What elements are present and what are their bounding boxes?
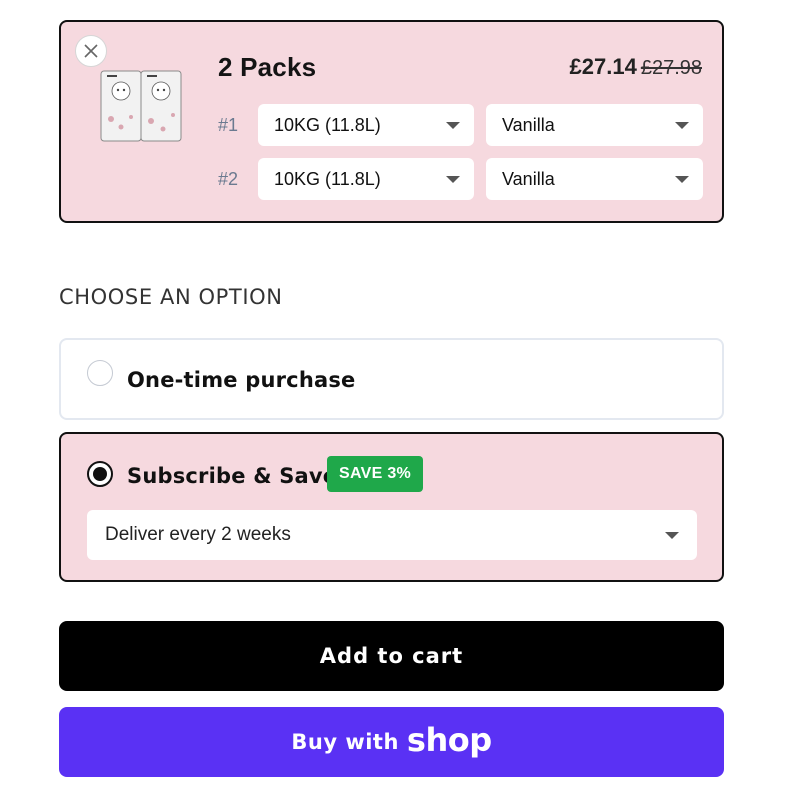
flavor-select[interactable]: Vanilla (486, 104, 703, 146)
size-select-value: 10KG (11.8L) (274, 114, 381, 135)
subscribe-label: Subscribe & Save (127, 464, 338, 488)
variant-index: #1 (218, 114, 239, 135)
product-thumbnail (100, 70, 182, 142)
bundle-card: 2 Packs £27.14 £27.98 #1 10KG (11.8L) Va… (59, 20, 724, 223)
chevron-down-icon (675, 175, 689, 183)
add-to-cart-button[interactable]: Add to cart (59, 621, 724, 691)
close-icon (84, 44, 98, 58)
one-time-label: One-time purchase (127, 368, 356, 392)
size-select-value: 10KG (11.8L) (274, 168, 381, 189)
current-price: £27.14 (569, 54, 637, 79)
delivery-frequency-select[interactable]: Deliver every 2 weeks (87, 510, 697, 560)
flavor-select-value: Vanilla (502, 114, 555, 135)
size-select[interactable]: 10KG (11.8L) (258, 158, 474, 200)
buy-with-shop-button[interactable]: Buy with shop (59, 707, 724, 777)
flavor-select-value: Vanilla (502, 168, 555, 189)
subscribe-radio[interactable] (87, 461, 113, 487)
bundle-title: 2 Packs (218, 52, 317, 82)
price-row: £27.14 £27.98 (570, 54, 702, 80)
radio-selected-dot (93, 467, 107, 481)
flavor-select[interactable]: Vanilla (486, 158, 703, 200)
chevron-down-icon (665, 531, 679, 539)
variant-row: #2 10KG (11.8L) Vanilla (218, 158, 703, 200)
shop-logo: shop (406, 721, 492, 759)
size-select[interactable]: 10KG (11.8L) (258, 104, 474, 146)
subscribe-save-option[interactable]: Subscribe & Save SAVE 3% Deliver every 2… (59, 432, 724, 582)
chevron-down-icon (446, 121, 460, 129)
one-time-purchase-option[interactable]: One-time purchase (59, 338, 724, 420)
chevron-down-icon (675, 121, 689, 129)
buy-with-label: Buy with (291, 730, 399, 754)
variant-index: #2 (218, 168, 239, 189)
delivery-frequency-value: Deliver every 2 weeks (105, 524, 291, 545)
choose-option-heading: CHOOSE AN OPTION (59, 285, 283, 309)
original-price: £27.98 (640, 57, 702, 79)
variant-row: #1 10KG (11.8L) Vanilla (218, 104, 703, 146)
remove-bundle-button[interactable] (75, 35, 107, 67)
one-time-radio[interactable] (87, 360, 113, 386)
save-badge: SAVE 3% (327, 456, 424, 492)
chevron-down-icon (446, 175, 460, 183)
